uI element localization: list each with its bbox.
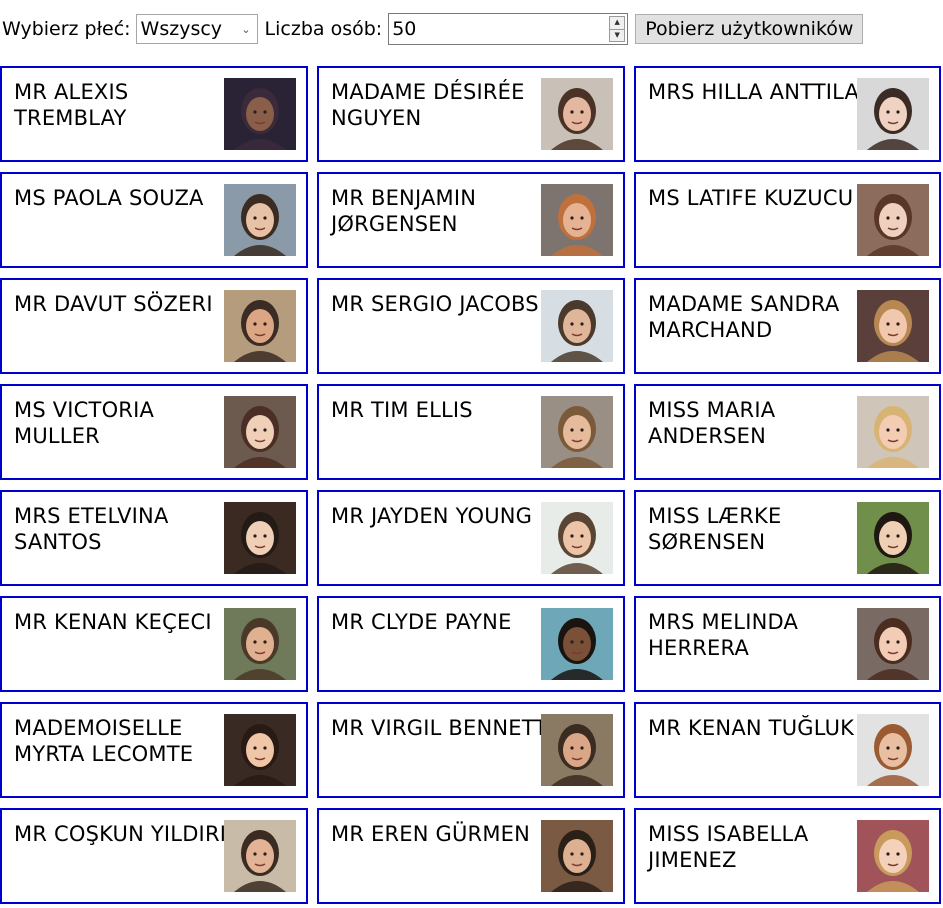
user-card: MR ALEXIS TREMBLAY <box>0 66 308 162</box>
user-card: MR VIRGIL BENNETT <box>317 702 625 798</box>
user-name: MR ALEXIS TREMBLAY <box>14 80 129 130</box>
user-photo <box>541 608 613 680</box>
user-photo <box>541 714 613 786</box>
user-photo <box>857 502 929 574</box>
user-card: MADAME SANDRA MARCHAND <box>634 278 941 374</box>
user-name: MS VICTORIA MULLER <box>14 398 155 448</box>
user-card: MISS LÆRKE SØRENSEN <box>634 490 941 586</box>
user-name: MADAME SANDRA MARCHAND <box>648 292 840 342</box>
user-card: MADAME DÉSIRÉE NGUYEN <box>317 66 625 162</box>
user-name: MR JAYDEN YOUNG <box>331 504 533 528</box>
gender-label: Wybierz płeć: <box>2 18 131 40</box>
user-photo <box>857 608 929 680</box>
user-card: MR SERGIO JACOBS <box>317 278 625 374</box>
user-name: MR DAVUT SÖZERI <box>14 292 213 316</box>
count-label: Liczba osób: <box>264 18 383 40</box>
user-photo <box>224 396 296 468</box>
user-card: MR KENAN TUĞLUK <box>634 702 941 798</box>
user-card: MR JAYDEN YOUNG <box>317 490 625 586</box>
user-card: MS PAOLA SOUZA <box>0 172 308 268</box>
user-name: MR KENAN KEÇECI <box>14 610 212 634</box>
user-card: MS VICTORIA MULLER <box>0 384 308 480</box>
user-photo <box>224 714 296 786</box>
user-photo <box>541 502 613 574</box>
user-card: MS LATIFE KUZUCU <box>634 172 941 268</box>
user-photo <box>541 290 613 362</box>
user-photo <box>224 78 296 150</box>
user-card: MR EREN GÜRMEN <box>317 808 625 904</box>
user-photo <box>541 820 613 892</box>
fetch-users-button[interactable]: Pobierz użytkowników <box>635 14 864 44</box>
user-card: MISS ISABELLA JIMENEZ <box>634 808 941 904</box>
user-photo <box>857 820 929 892</box>
user-photo <box>541 396 613 468</box>
user-photo <box>224 502 296 574</box>
user-card: MR TIM ELLIS <box>317 384 625 480</box>
user-photo <box>541 184 613 256</box>
user-name: MR CLYDE PAYNE <box>331 610 512 634</box>
user-card: MR CLYDE PAYNE <box>317 596 625 692</box>
user-name: MR KENAN TUĞLUK <box>648 716 855 740</box>
user-name: MR TIM ELLIS <box>331 398 473 422</box>
user-photo <box>224 290 296 362</box>
user-photo <box>857 78 929 150</box>
user-photo <box>857 290 929 362</box>
spin-up-icon[interactable]: ▲ <box>610 17 625 29</box>
user-name: MRS MELINDA HERRERA <box>648 610 799 660</box>
chevron-down-icon: ⌄ <box>241 22 251 36</box>
count-input[interactable]: 50 ▲ ▼ <box>388 13 629 45</box>
user-name: MS PAOLA SOUZA <box>14 186 204 210</box>
user-name: MR SERGIO JACOBS <box>331 292 539 316</box>
spin-down-icon[interactable]: ▼ <box>610 28 625 41</box>
gender-select-value: Wszyscy <box>140 18 223 40</box>
user-photo <box>857 714 929 786</box>
count-input-value: 50 <box>392 18 417 40</box>
user-card: MISS MARIA ANDERSEN <box>634 384 941 480</box>
user-card: MR BENJAMIN JØRGENSEN <box>317 172 625 268</box>
user-name: MR VIRGIL BENNETT <box>331 716 548 740</box>
user-photo <box>224 184 296 256</box>
user-name: MISS MARIA ANDERSEN <box>648 398 776 448</box>
user-name: MRS HILLA ANTTILA <box>648 80 860 104</box>
user-name: MR EREN GÜRMEN <box>331 822 531 846</box>
count-spinner[interactable]: ▲ ▼ <box>609 16 626 42</box>
user-card: MADEMOISELLE MYRTA LECOMTE <box>0 702 308 798</box>
user-card: MR COŞKUN YILDIRIM <box>0 808 308 904</box>
controls-bar: Wybierz płeć: Wszyscy ⌄ Liczba osób: 50 … <box>2 13 864 45</box>
user-card: MR DAVUT SÖZERI <box>0 278 308 374</box>
user-card: MRS HILLA ANTTILA <box>634 66 941 162</box>
user-name: MR COŞKUN YILDIRIM <box>14 822 245 846</box>
user-name: MISS ISABELLA JIMENEZ <box>648 822 809 872</box>
user-photo <box>857 184 929 256</box>
gender-select[interactable]: Wszyscy ⌄ <box>135 14 258 44</box>
user-photo <box>224 608 296 680</box>
user-photo <box>224 820 296 892</box>
user-name: MRS ETELVINA SANTOS <box>14 504 169 554</box>
user-name: MS LATIFE KUZUCU <box>648 186 854 210</box>
user-photo <box>857 396 929 468</box>
user-grid: MR ALEXIS TREMBLAY MADAME DÉSIRÉE NGUYEN M… <box>0 66 941 904</box>
user-photo <box>541 78 613 150</box>
user-name: MR BENJAMIN JØRGENSEN <box>331 186 477 236</box>
user-name: MISS LÆRKE SØRENSEN <box>648 504 782 554</box>
user-name: MADEMOISELLE MYRTA LECOMTE <box>14 716 194 766</box>
user-card: MRS MELINDA HERRERA <box>634 596 941 692</box>
user-name: MADAME DÉSIRÉE NGUYEN <box>331 80 525 130</box>
user-card: MRS ETELVINA SANTOS <box>0 490 308 586</box>
user-card: MR KENAN KEÇECI <box>0 596 308 692</box>
